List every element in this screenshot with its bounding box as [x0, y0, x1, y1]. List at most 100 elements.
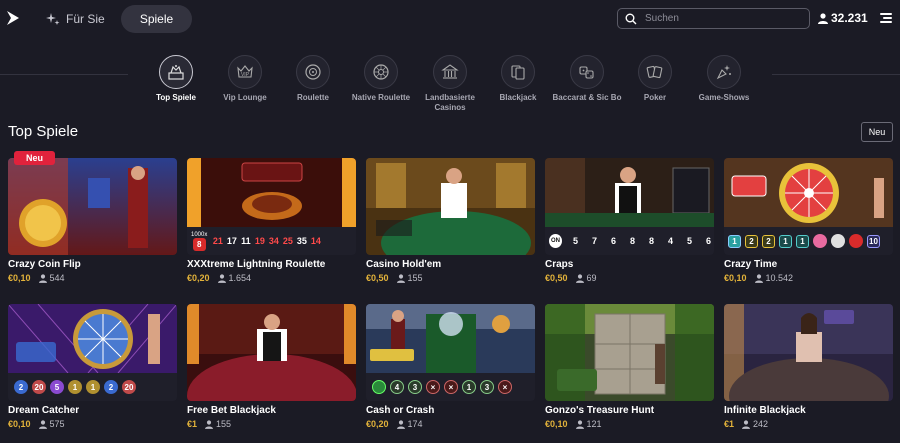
game-thumbnail[interactable]	[187, 304, 356, 401]
game-artwork	[545, 158, 714, 227]
crash-result: ×	[498, 380, 512, 394]
result-number: 8	[192, 237, 206, 251]
user-icon	[575, 419, 584, 429]
category-vip-lounge[interactable]: VIP Vip Lounge	[206, 55, 284, 103]
game-name: Infinite Blackjack	[724, 405, 806, 416]
player-count: 174	[407, 419, 423, 429]
top-bar: Für Sie Spiele 32.231	[0, 0, 900, 38]
game-name: XXXtreme Lightning Roulette	[187, 259, 326, 270]
category-game-shows[interactable]: Game-Shows	[685, 55, 763, 103]
result-number: 4	[667, 236, 673, 246]
min-stake: €0,20	[187, 273, 210, 283]
user-icon	[818, 12, 828, 24]
player-count: 1.654	[228, 273, 252, 283]
game-thumbnail[interactable]	[724, 304, 893, 401]
min-stake: €0,10	[545, 419, 568, 429]
game-tile-dream-catcher[interactable]: 2 20 5 1 1 2 20 Dream Catcher €0,10 575	[8, 304, 177, 429]
result-number: 1	[68, 380, 82, 394]
hamburger-menu-icon[interactable]	[880, 13, 892, 23]
category-label: Vip Lounge	[223, 93, 267, 102]
user-icon	[396, 273, 405, 283]
sort-new-button[interactable]: Neu	[861, 122, 893, 142]
game-name: Gonzo's Treasure Hunt	[545, 405, 655, 416]
game-name: Crazy Coin Flip	[8, 259, 81, 270]
coin-flip-result-icon	[831, 234, 845, 248]
game-shows-icon	[716, 65, 731, 80]
result-number: 6	[610, 236, 616, 246]
player-count: 155	[216, 419, 232, 429]
category-poker[interactable]: Poker	[616, 55, 694, 103]
result-history: 1000x 8 21 17 11 19 34 25 35 14	[187, 227, 356, 255]
search-input[interactable]	[645, 13, 795, 24]
game-meta: €0,50 155	[366, 273, 535, 283]
game-thumbnail[interactable]: 1000x 8 21 17 11 19 34 25 35 14	[187, 158, 356, 255]
category-native-roulette[interactable]: Native Roulette	[342, 55, 420, 103]
search-icon	[625, 13, 637, 24]
game-name: Craps	[545, 259, 574, 270]
game-tile-crazy-coin-flip[interactable]: Neu Crazy Coin Flip €0,10 544	[8, 151, 177, 283]
user-icon	[205, 419, 214, 429]
game-tile-casino-holdem[interactable]: Casino Hold'em €0,50 155	[366, 158, 535, 283]
min-stake: €0,20	[366, 419, 389, 429]
category-blackjack[interactable]: Blackjack	[479, 55, 557, 103]
nav-tab-fuer-sie[interactable]: Für Sie	[40, 5, 112, 33]
game-tile-free-bet-blackjack[interactable]: Free Bet Blackjack €1 155	[187, 304, 356, 429]
result-number: 34	[268, 236, 279, 246]
user-icon	[754, 273, 763, 283]
vip-icon: VIP	[237, 65, 253, 78]
brand-logo[interactable]	[6, 10, 20, 26]
game-tile-craps[interactable]: ON 5 7 6 8 8 4 5 6 Craps €0,50 69	[545, 158, 714, 283]
min-stake: €0,50	[366, 273, 389, 283]
game-tile-cash-or-crash[interactable]: 4 3 × × 1 3 × Cash or Crash €0,20 174	[366, 304, 535, 429]
category-top-spiele[interactable]: Top Spiele	[137, 55, 215, 103]
result-number: 11	[241, 236, 251, 246]
game-tile-crazy-time[interactable]: 1 2 2 1 1 10 Crazy Time €0,10 10.542	[724, 158, 893, 283]
game-tile-gonzos-treasure-hunt[interactable]: Gonzo's Treasure Hunt €0,10 121	[545, 304, 714, 429]
game-tile-infinite-blackjack[interactable]: Infinite Blackjack €1 242	[724, 304, 893, 429]
game-thumbnail[interactable]	[545, 304, 714, 401]
category-label: Baccarat & Sic Bo	[552, 93, 622, 102]
category-label: Roulette	[297, 93, 329, 102]
crash-result: ×	[444, 380, 458, 394]
result-history: 4 3 × × 1 3 ×	[366, 373, 535, 401]
game-artwork	[724, 158, 893, 227]
category-label: Native Roulette	[351, 93, 411, 102]
multiplier-label: 1000x	[191, 231, 208, 238]
category-label: Game-Shows	[698, 93, 750, 102]
result-number: 2	[745, 234, 758, 248]
nav-tab-spiele[interactable]: Spiele	[121, 5, 192, 33]
category-roulette[interactable]: Roulette	[274, 55, 352, 103]
result-number: 6	[705, 236, 711, 246]
result-number: 17	[226, 236, 237, 246]
new-badge: Neu	[14, 151, 55, 165]
crash-result: ×	[426, 380, 440, 394]
green-ball-icon	[372, 380, 386, 394]
game-thumbnail[interactable]	[8, 158, 177, 255]
game-tile-xxxtreme-lightning-roulette[interactable]: 1000x 8 21 17 11 19 34 25 35 14 XXXtreme…	[187, 158, 356, 283]
online-players-value: 32.231	[831, 11, 868, 25]
divider	[772, 74, 900, 75]
section-title: Top Spiele	[8, 123, 79, 140]
game-thumbnail[interactable]: 1 2 2 1 1 10	[724, 158, 893, 255]
category-landbasierte-casinos[interactable]: Landbasierte Casinos	[411, 55, 489, 113]
game-artwork	[8, 158, 177, 255]
game-artwork	[366, 304, 535, 373]
divider	[0, 74, 128, 75]
game-thumbnail[interactable]	[366, 158, 535, 255]
game-thumbnail[interactable]: 2 20 5 1 1 2 20	[8, 304, 177, 401]
game-artwork	[366, 158, 535, 255]
game-meta: €1 155	[187, 419, 356, 429]
category-baccarat-sic-bo[interactable]: Baccarat & Sic Bo	[548, 55, 626, 103]
category-label: Poker	[643, 93, 667, 102]
player-count: 242	[753, 419, 769, 429]
game-thumbnail[interactable]: ON 5 7 6 8 8 4 5 6	[545, 158, 714, 255]
min-stake: €0,10	[8, 419, 31, 429]
game-thumbnail[interactable]: 4 3 × × 1 3 ×	[366, 304, 535, 401]
game-name: Cash or Crash	[366, 405, 435, 416]
player-count: 10.542	[765, 273, 794, 283]
player-count: 575	[49, 419, 65, 429]
search-box[interactable]	[617, 8, 810, 29]
game-meta: €1 242	[724, 419, 893, 429]
min-stake: €1	[187, 419, 198, 429]
result-number: 5	[572, 236, 578, 246]
